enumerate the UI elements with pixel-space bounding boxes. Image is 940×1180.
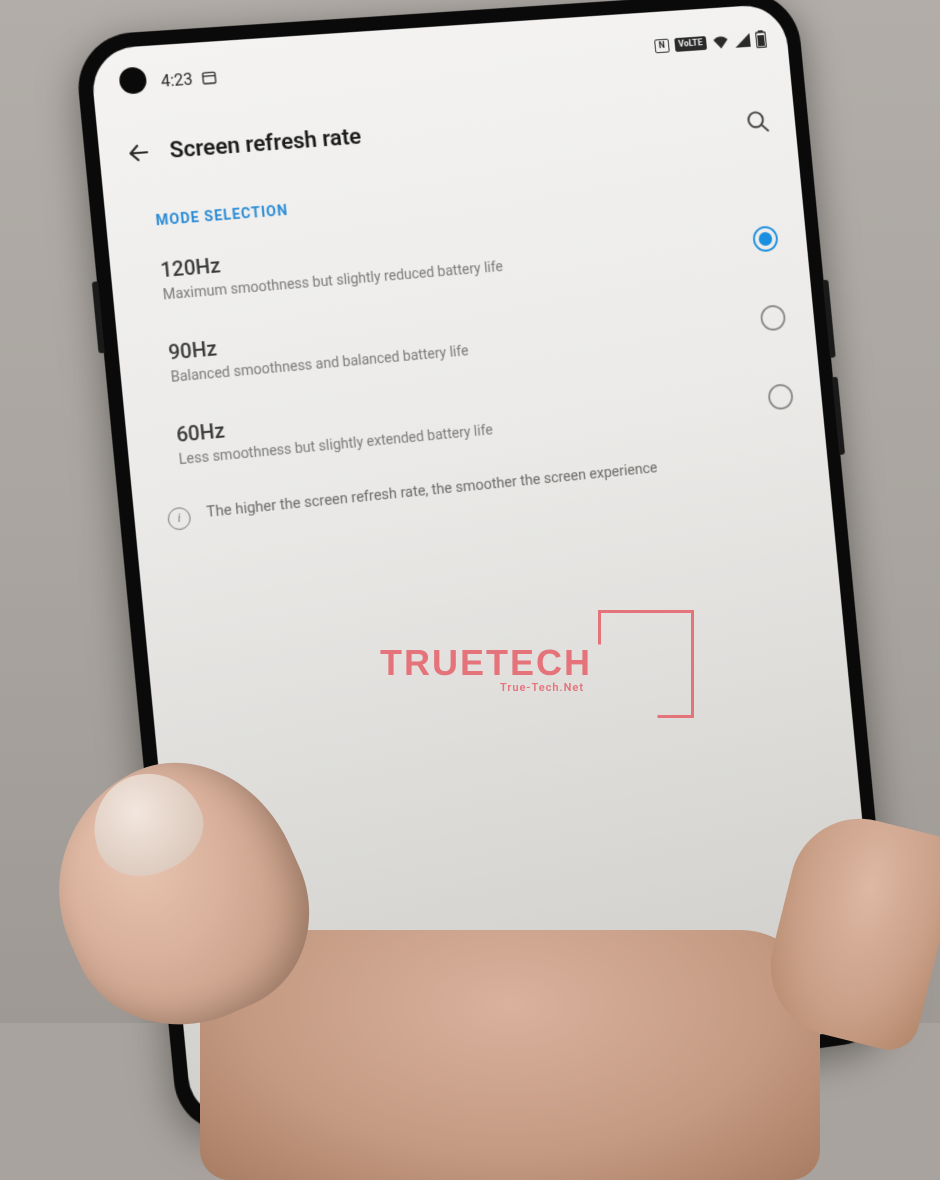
search-button[interactable]	[744, 108, 771, 135]
volte-icon: VoLTE	[674, 36, 707, 52]
info-text: The higher the screen refresh rate, the …	[206, 458, 659, 527]
battery-icon	[755, 30, 767, 48]
settings-content: MODE SELECTION 120Hz Maximum smoothness …	[105, 163, 828, 534]
radio-unselected-icon[interactable]	[767, 383, 794, 411]
radio-unselected-icon[interactable]	[759, 304, 786, 332]
wifi-icon	[711, 34, 729, 49]
refresh-rate-option-120hz[interactable]: 120Hz Maximum smoothness but slightly re…	[159, 208, 779, 306]
calendar-icon	[200, 69, 218, 86]
nfc-icon: N	[654, 39, 669, 54]
back-button[interactable]	[125, 140, 152, 166]
signal-icon	[734, 33, 750, 48]
page-title: Screen refresh rate	[169, 124, 363, 163]
radio-selected-icon[interactable]	[752, 225, 779, 252]
refresh-rate-option-90hz[interactable]: 90Hz Balanced smoothness and balanced ba…	[167, 286, 787, 387]
phone-device: 4:23 N VoLTE	[73, 0, 896, 1139]
phone-screen: 4:23 N VoLTE	[89, 3, 882, 1123]
info-icon: i	[167, 506, 192, 531]
status-time: 4:23	[160, 69, 194, 90]
